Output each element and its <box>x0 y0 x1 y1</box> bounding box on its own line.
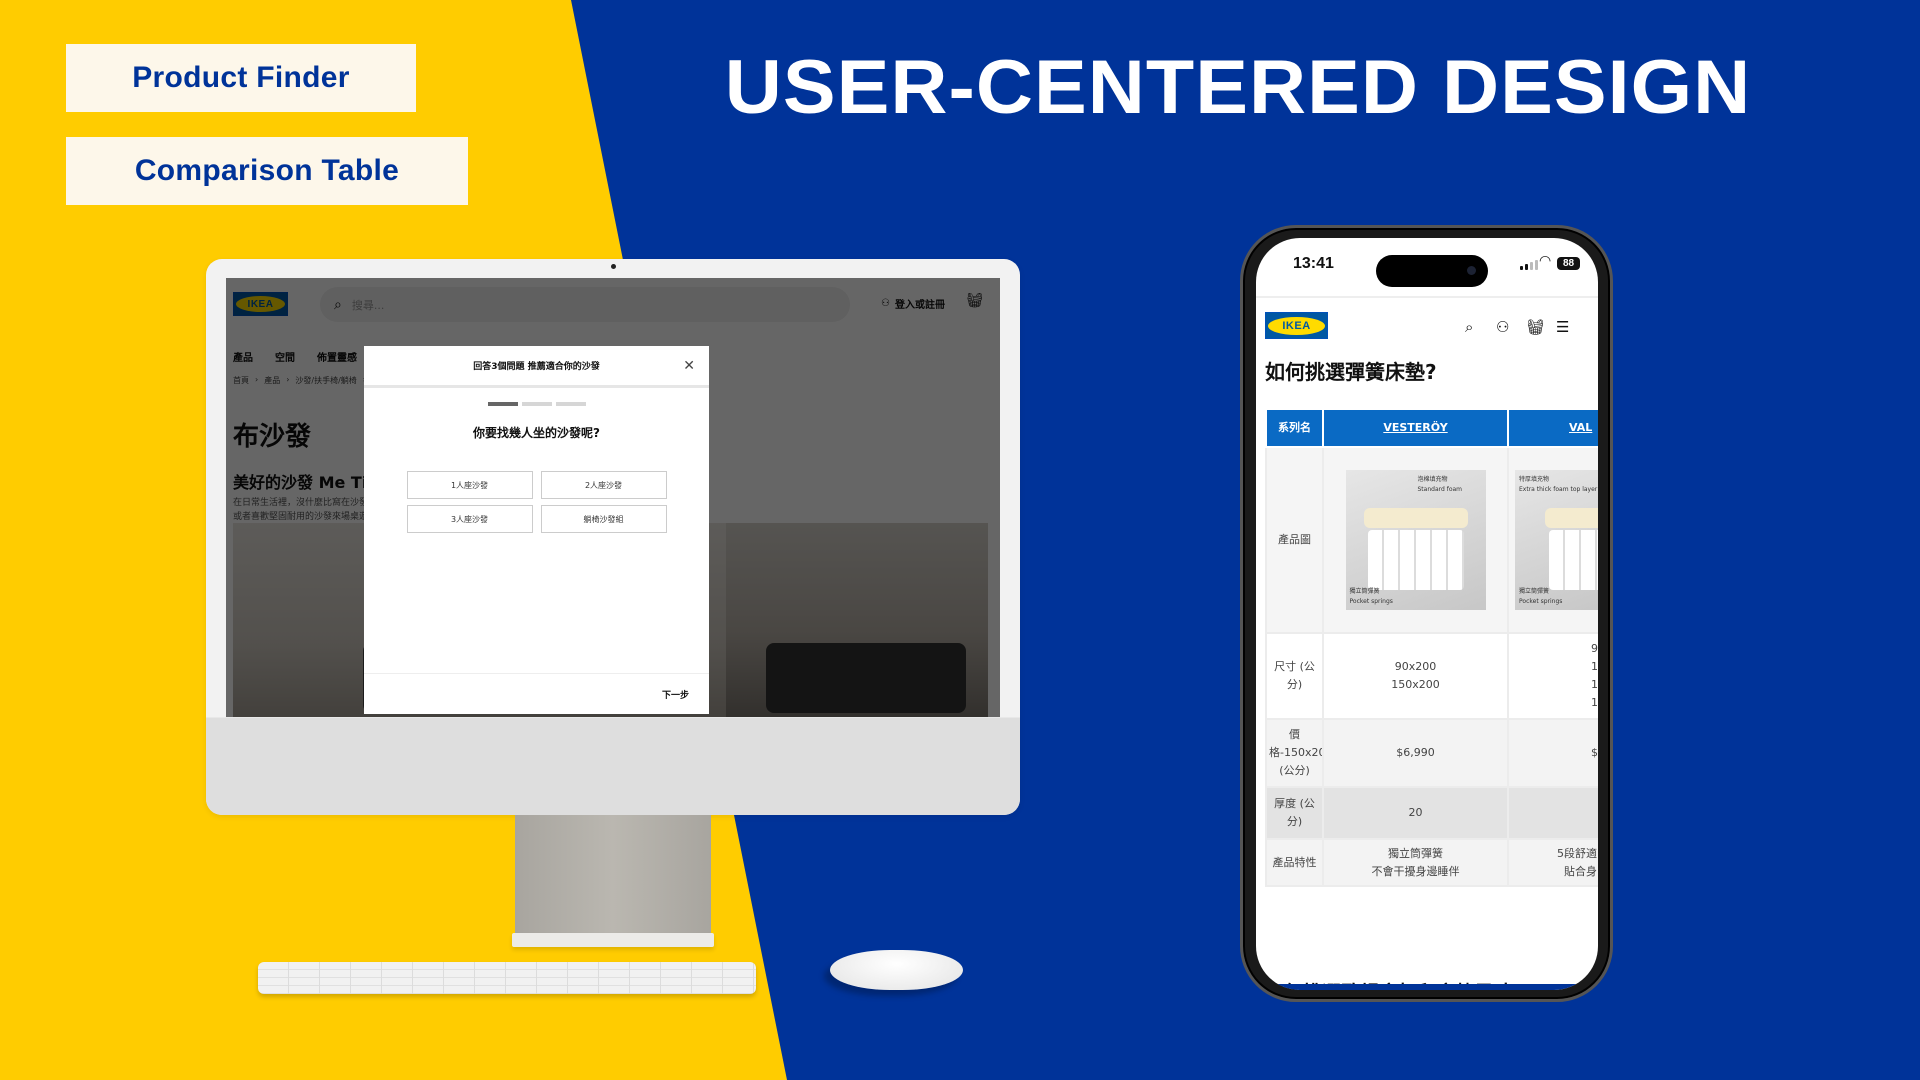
option-chaise-set[interactable]: 躺椅沙發組 <box>540 505 667 533</box>
question: 你要找幾人坐的沙發呢? <box>473 426 600 440</box>
status-time: 13:41 <box>1293 255 1334 272</box>
product-finder-modal: 回答3個問題 推薦適合你的沙發 ✕ 你要找幾人坐的沙發呢? 1人座沙發 2人座沙… <box>364 346 709 714</box>
monitor-chin <box>206 717 1020 815</box>
headline: USER-CENTERED DESIGN <box>724 45 1752 130</box>
signal-icon <box>1520 260 1538 270</box>
modal-title: 回答3個問題 推薦適合你的沙發 <box>473 362 600 372</box>
row-label: 價格-150x200 (公分) <box>1265 718 1324 788</box>
monitor-stand <box>515 815 711 935</box>
progress-step-3 <box>555 402 586 406</box>
product-image: 泡棉填充物 Standard foam 獨立筒彈簧 Pocket springs <box>1322 446 1509 634</box>
comparison-table: 系列名 VESTERÖY VAL 產品圖 泡棉填充物 Standard foam… <box>1265 408 1598 887</box>
mattress-image-val: 特厚填充物 Extra thick foam top layer 獨立筒彈簧 P… <box>1515 470 1598 610</box>
table-cell: 90: 120 150 180 <box>1507 632 1598 720</box>
table-cell: 90x200 150x200 <box>1322 632 1509 720</box>
option-2-seat[interactable]: 2人座沙發 <box>540 471 667 499</box>
page-heading: 如何挑選彈簧床墊? <box>1265 360 1437 384</box>
next-button[interactable]: 下一步 <box>662 688 689 701</box>
ikea-logo[interactable]: IKEA <box>1265 312 1328 339</box>
table-cell: $8 <box>1507 718 1598 788</box>
camera-icon <box>611 264 616 269</box>
battery-icon: 88 <box>1557 257 1580 270</box>
progress-step-2 <box>521 402 552 406</box>
progress-steps <box>364 402 709 406</box>
table-cell: 5段舒適 貼合身 <box>1507 838 1598 887</box>
comparison-table-tag: Comparison Table <box>66 137 468 205</box>
table-cell: $6,990 <box>1322 718 1509 788</box>
product-finder-tag: Product Finder <box>66 44 416 112</box>
menu-icon[interactable]: ☰ <box>1556 318 1569 336</box>
column-header: 系列名 <box>1265 408 1324 448</box>
search-icon[interactable]: ⌕ <box>1465 318 1473 336</box>
close-icon[interactable]: ✕ <box>683 358 695 374</box>
option-1-seat[interactable]: 1人座沙發 <box>406 471 533 499</box>
monitor-stand-base <box>512 933 714 947</box>
wifi-icon: ◠ <box>1539 253 1552 269</box>
desktop-monitor: IKEA ⌕ 搜尋... ⚇ 登入或註冊 🧺︎ 產品 空間 佈置靈感 新品專區 … <box>206 259 1020 815</box>
keyboard <box>258 962 756 994</box>
progress-step-1 <box>487 402 518 406</box>
mattress-image-vesteroy: 泡棉填充物 Standard foam 獨立筒彈簧 Pocket springs <box>1345 470 1486 610</box>
product-image: 特厚填充物 Extra thick foam top layer 獨立筒彈簧 P… <box>1507 446 1598 634</box>
column-header: VAL <box>1507 408 1598 448</box>
mouse <box>830 950 963 990</box>
header-divider <box>1256 296 1598 298</box>
product-link-vesteroy[interactable]: VESTERÖY <box>1383 421 1447 434</box>
table-cell: 20 <box>1322 786 1509 840</box>
dynamic-island <box>1376 255 1488 287</box>
table-row: 厚度 (公分) 20 2 <box>1265 786 1598 840</box>
table-row: 產品圖 泡棉填充物 Standard foam 獨立筒彈簧 Pocket spr… <box>1265 446 1598 634</box>
option-3-seat[interactable]: 3人座沙發 <box>406 505 533 533</box>
row-label: 產品特性 <box>1265 838 1324 887</box>
row-label: 厚度 (公分) <box>1265 786 1324 840</box>
cart-icon[interactable]: 🧺︎ <box>1526 318 1545 336</box>
row-label: 尺寸 (公分) <box>1265 632 1324 720</box>
column-header: VESTERÖY <box>1322 408 1509 448</box>
table-row: 尺寸 (公分) 90x200 150x200 90: 120 150 180 <box>1265 632 1598 720</box>
table-row: 價格-150x200 (公分) $6,990 $8 <box>1265 718 1598 788</box>
monitor-screen: IKEA ⌕ 搜尋... ⚇ 登入或註冊 🧺︎ 產品 空間 佈置靈感 新品專區 … <box>226 278 1000 740</box>
modal-header: 回答3個問題 推薦適合你的沙發 ✕ <box>364 346 709 388</box>
phone-screen: 13:41 ◠ 88 IKEA ⌕ ⚇ 🧺︎ ☰ 如何挑選彈簧床墊? 系列名 V… <box>1256 238 1598 990</box>
modal-footer: 下一步 <box>364 673 709 714</box>
table-cell: 2 <box>1507 786 1598 840</box>
smartphone: 13:41 ◠ 88 IKEA ⌕ ⚇ 🧺︎ ☰ 如何挑選彈簧床墊? 系列名 V… <box>1240 225 1613 1002</box>
answer-options: 1人座沙發 2人座沙發 3人座沙發 躺椅沙發組 <box>364 471 709 533</box>
row-label: 產品圖 <box>1265 446 1324 634</box>
table-row: 產品特性 獨立筒彈簧 不會干擾身邊睡伴 5段舒適 貼合身 <box>1265 838 1598 887</box>
table-header-row: 系列名 VESTERÖY VAL <box>1265 408 1598 448</box>
product-link-val[interactable]: VAL <box>1569 421 1592 434</box>
user-icon[interactable]: ⚇ <box>1496 318 1509 336</box>
table-cell: 獨立筒彈簧 不會干擾身邊睡伴 <box>1322 838 1509 887</box>
status-bar: 13:41 ◠ 88 <box>1256 238 1598 296</box>
